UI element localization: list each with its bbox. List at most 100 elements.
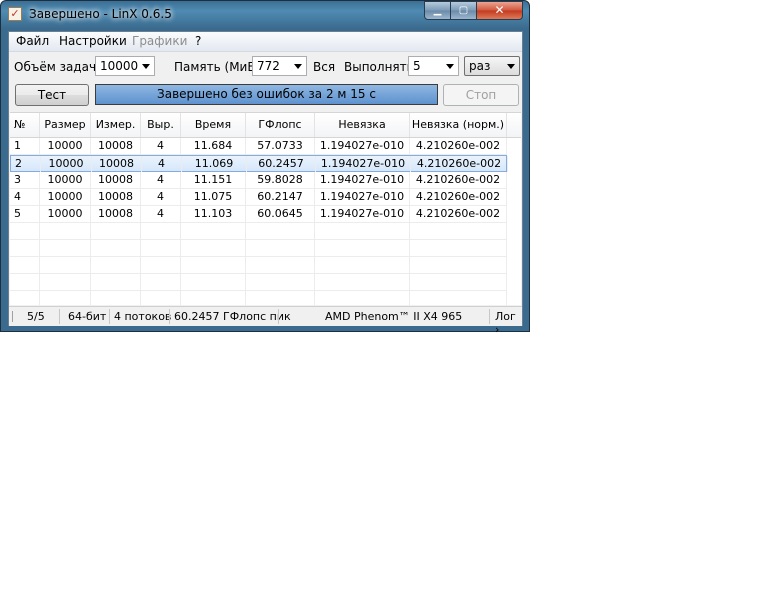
table-cell: 2 (11, 156, 41, 172)
task-size-combo[interactable]: 10000 (95, 56, 155, 76)
status-separator (278, 309, 279, 324)
table-cell: 4.210260e-002 (410, 189, 507, 205)
chevron-down-icon (507, 64, 515, 69)
minimize-button[interactable]: ▁ (424, 1, 451, 20)
table-cell: 11.069 (182, 156, 247, 172)
column-header[interactable]: Невязка (норм.) (410, 113, 507, 137)
status-separator (489, 309, 490, 324)
table-cell (246, 257, 315, 273)
table-cell (141, 257, 181, 273)
table-cell (40, 257, 91, 273)
status-separator (169, 309, 170, 324)
table-cell: 4.210260e-002 (410, 172, 507, 188)
table-cell (141, 291, 181, 305)
table-row[interactable]: 1 10000 10008 4 11.684 57.0733 1.194027e-010 4.… (10, 138, 507, 155)
menu-help[interactable]: ? (195, 34, 201, 48)
chevron-down-icon (294, 64, 302, 69)
table-cell (91, 274, 141, 290)
run-unit-combo[interactable]: раз (464, 56, 520, 76)
table-cell: 10008 (91, 189, 141, 205)
close-icon: ✕ (494, 3, 505, 17)
table-cell (315, 257, 410, 273)
table-cell: 60.0645 (246, 206, 315, 222)
table-cell (315, 274, 410, 290)
status-separator (59, 309, 60, 324)
status-bits: 64-бит (68, 310, 107, 323)
chevron-down-icon (142, 64, 150, 69)
run-label: Выполнять: (344, 60, 418, 74)
table-cell (40, 240, 91, 256)
maximize-button[interactable]: ▢ (451, 1, 477, 20)
table-cell (410, 274, 507, 290)
table-cell: 10000 (40, 172, 91, 188)
table-cell (410, 291, 507, 305)
empty-table-row (10, 223, 507, 240)
table-cell (141, 274, 181, 290)
table-cell (181, 223, 246, 239)
task-size-value: 10000 (100, 59, 139, 73)
table-cell: 1.194027e-010 (315, 189, 410, 205)
table-cell (181, 291, 246, 305)
table-cell (246, 223, 315, 239)
table-cell (91, 257, 141, 273)
menu-graphs[interactable]: Графики (132, 34, 187, 48)
column-header[interactable]: Время (181, 113, 246, 137)
table-cell (91, 291, 141, 305)
title-bar[interactable]: ✓ Завершено - LinX 0.6.5 ▁ ▢ ✕ (1, 1, 529, 29)
column-header[interactable]: Измер. (91, 113, 141, 137)
table-cell (410, 223, 507, 239)
empty-table-row (10, 291, 507, 305)
task-size-label: Объём задачи: (14, 60, 108, 74)
table-cell (91, 223, 141, 239)
table-cell: 4 (141, 206, 181, 222)
column-header[interactable]: ГФлопс (246, 113, 315, 137)
run-unit-value: раз (469, 59, 491, 73)
linx-app-icon[interactable]: ✓ (8, 7, 22, 21)
table-cell: 3 (10, 172, 40, 188)
table-cell: 1.194027e-010 (315, 138, 410, 154)
table-row[interactable]: 4 10000 10008 4 11.075 60.2147 1.194027e-010 4.… (10, 189, 507, 206)
empty-table-row (10, 257, 507, 274)
menu-settings[interactable]: Настройки (59, 34, 127, 48)
table-row[interactable]: 2 10000 10008 4 11.069 60.2457 1.194027e-010 4.… (10, 155, 508, 172)
stop-button[interactable]: Стоп (443, 84, 519, 106)
table-row[interactable]: 3 10000 10008 4 11.151 59.8028 1.194027e-010 4.… (10, 172, 507, 189)
table-cell: 1.194027e-010 (315, 172, 410, 188)
table-cell (40, 291, 91, 305)
table-cell: 4 (141, 172, 181, 188)
all-memory-label[interactable]: Вся (313, 60, 335, 74)
run-count-value: 5 (413, 59, 421, 73)
table-cell: 5 (10, 206, 40, 222)
column-header[interactable]: Выр. (141, 113, 181, 137)
table-row[interactable]: 5 10000 10008 4 11.103 60.0645 1.194027e-010 4.… (10, 206, 507, 223)
menu-file[interactable]: Файл (16, 34, 49, 48)
empty-table-row (10, 240, 507, 257)
table-cell: 11.075 (181, 189, 246, 205)
chevron-down-icon (446, 64, 454, 69)
table-cell: 10008 (91, 172, 141, 188)
table-cell: 4 (141, 189, 181, 205)
results-table[interactable]: № Размер Измер. Выр. Время ГФлопс Невязка Невяз… (10, 112, 521, 305)
table-cell: 57.0733 (246, 138, 315, 154)
table-cell (10, 240, 40, 256)
memory-combo[interactable]: 772 (252, 56, 307, 76)
table-cell: 4 (141, 138, 181, 154)
window-title: Завершено - LinX 0.6.5 (29, 7, 172, 21)
table-cell: 10008 (92, 156, 142, 172)
table-cell: 10000 (40, 206, 91, 222)
log-button[interactable]: Лог › (495, 310, 522, 336)
column-header[interactable]: Невязка (315, 113, 410, 137)
table-cell (246, 291, 315, 305)
column-header[interactable]: № (10, 113, 40, 137)
test-button[interactable]: Тест (15, 84, 89, 106)
status-grip-icon (12, 311, 21, 322)
table-cell (315, 291, 410, 305)
table-cell (10, 291, 40, 305)
column-header[interactable]: Размер (40, 113, 91, 137)
table-cell (10, 223, 40, 239)
table-cell: 4.210260e-002 (410, 138, 507, 154)
table-cell: 11.103 (181, 206, 246, 222)
run-count-combo[interactable]: 5 (408, 56, 459, 76)
close-button[interactable]: ✕ (477, 1, 523, 20)
table-cell: 4.210260e-002 (411, 156, 508, 172)
